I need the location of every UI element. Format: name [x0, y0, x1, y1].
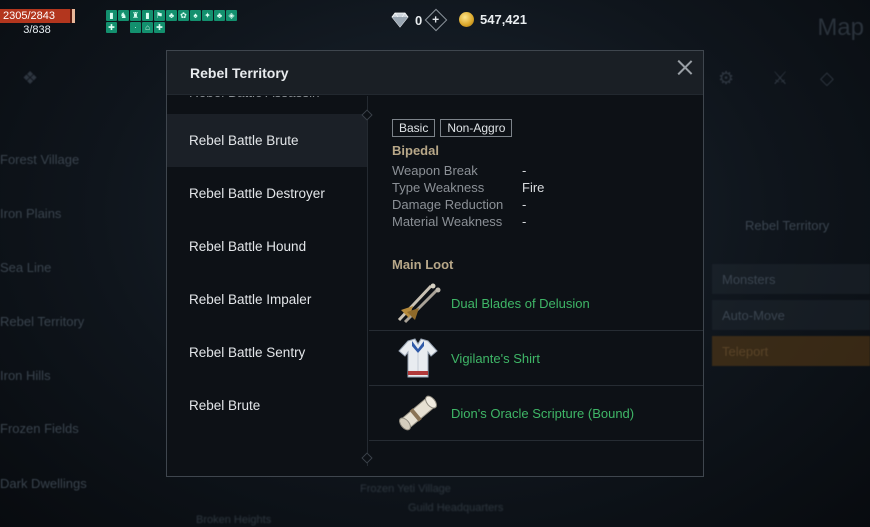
gem-currency: 0 +: [391, 8, 448, 32]
buff-icon: ♜: [130, 10, 141, 21]
gold-coin-icon: [459, 12, 474, 27]
add-gems-button[interactable]: +: [424, 8, 448, 32]
modal-title: Rebel Territory: [190, 65, 289, 81]
stat-row: Material Weakness -: [392, 214, 544, 231]
stat-value: -: [522, 214, 527, 229]
bg-region-item: Iron Plains: [0, 206, 62, 221]
bg-map-label: Broken Heights: [196, 514, 272, 526]
stat-row: Weapon Break -: [392, 163, 544, 180]
monster-list[interactable]: Rebel Battle Assassin Rebel Battle Brute…: [167, 96, 368, 466]
stat-value: Fire: [522, 180, 545, 195]
bg-region-item: Iron Hills: [0, 368, 51, 383]
buff-icon: ✚: [106, 22, 117, 33]
buff-icon: ✿: [178, 10, 189, 21]
bookmark-icon: ❖: [22, 68, 39, 88]
gem-count: 0: [415, 12, 423, 28]
settings-icon: ⚙: [718, 68, 735, 88]
stat-label: Damage Reduction: [392, 197, 504, 212]
hp-bar: 2305/2843: [0, 9, 72, 23]
buff-icon: ◈: [226, 10, 237, 21]
buff-icon: ⌂: [142, 22, 153, 33]
bg-right-panel-title: Rebel Territory: [745, 218, 830, 233]
loot-list: Dual Blades of Delusion Vigilante's Shir…: [369, 276, 703, 441]
monster-category: Bipedal: [392, 143, 439, 158]
stat-row: Damage Reduction -: [392, 197, 544, 214]
loot-item-name: Vigilante's Shirt: [451, 350, 540, 366]
bg-right-row-label: Teleport: [722, 344, 769, 359]
bg-region-item: Rebel Territory: [0, 314, 85, 329]
monster-stats: Weapon Break - Type Weakness Fire Damage…: [392, 163, 544, 231]
buff-icon: ⚑: [154, 10, 165, 21]
monster-list-item[interactable]: Rebel Battle Destroyer: [167, 167, 367, 220]
buff-icon: ✚: [154, 22, 165, 33]
bg-map-label: Frozen Yeti Village: [360, 483, 451, 495]
stat-label: Material Weakness: [392, 214, 503, 229]
buff-icon: ♠: [190, 10, 201, 21]
bg-region-item: Sea Line: [0, 260, 52, 275]
buff-icon: ♣: [214, 10, 225, 21]
loot-item-name: Dion's Oracle Scripture (Bound): [451, 405, 635, 421]
stat-value: -: [522, 197, 527, 212]
bg-region-item: Dark Dwellings: [0, 476, 87, 491]
bg-map-label: Guild Headquarters: [408, 502, 504, 514]
monster-list-item[interactable]: Rebel Battle Impaler: [167, 273, 367, 326]
bg-right-row-label: Auto-Move: [722, 308, 785, 323]
monster-list-item-selected[interactable]: Rebel Battle Brute: [167, 114, 367, 167]
tag-aggression: Non-Aggro: [440, 119, 513, 137]
diamond-icon: ◇: [820, 68, 834, 88]
buff-icon: ▮: [142, 10, 153, 21]
map-title: Map: [817, 14, 864, 41]
close-icon[interactable]: [675, 57, 695, 77]
monster-list-item[interactable]: Rebel Brute: [167, 379, 367, 432]
stat-row: Type Weakness Fire: [392, 180, 544, 197]
bg-region-item: Forest Village: [0, 152, 80, 167]
buff-bar: ▮ ♞ ♜ ▮ ⚑ ♣ ✿ ♠ ✦ ♣ ◈ ✚ · ⌂ ✚: [106, 10, 248, 33]
sword-icon: ⚔: [772, 68, 789, 88]
scroll-icon: [393, 390, 443, 436]
plus-icon: +: [432, 12, 440, 27]
buff-spacer: [118, 22, 129, 33]
stat-value: -: [522, 163, 527, 178]
monster-list-item[interactable]: Rebel Battle Hound: [167, 220, 367, 273]
loot-item[interactable]: Dion's Oracle Scripture (Bound): [369, 386, 703, 441]
buff-icon: ✦: [202, 10, 213, 21]
dual-blades-icon: [393, 280, 443, 326]
loot-item[interactable]: Vigilante's Shirt: [369, 331, 703, 386]
buff-icon: ·: [130, 22, 141, 33]
gold-currency: 547,421: [459, 12, 527, 27]
loot-item-name: Dual Blades of Delusion: [451, 295, 590, 311]
modal-header: Rebel Territory: [167, 51, 703, 95]
monster-detail-panel: Basic Non-Aggro Bipedal Weapon Break - T…: [369, 96, 703, 476]
buff-icon: ▮: [106, 10, 117, 21]
mp-value: 3/838: [23, 24, 51, 36]
gem-icon: [391, 12, 409, 28]
monster-tags: Basic Non-Aggro: [392, 119, 513, 137]
monster-list-item[interactable]: Rebel Battle Sentry: [167, 326, 367, 379]
hp-bar-tail: [72, 9, 75, 23]
buff-icon: ♣: [166, 10, 177, 21]
bg-region-item: Frozen Fields: [0, 421, 79, 436]
bg-right-row-label: Monsters: [722, 272, 776, 287]
tag-basic: Basic: [392, 119, 436, 137]
monster-list-item[interactable]: Rebel Battle Assassin: [167, 96, 367, 114]
buff-icon: ♞: [118, 10, 129, 21]
region-monster-modal: Rebel Territory Rebel Battle Assassin Re…: [166, 50, 704, 477]
shirt-icon: [393, 335, 443, 381]
stat-label: Type Weakness: [392, 180, 485, 195]
gold-count: 547,421: [480, 12, 527, 27]
stat-label: Weapon Break: [392, 163, 478, 178]
loot-section-title: Main Loot: [392, 257, 454, 272]
loot-item[interactable]: Dual Blades of Delusion: [369, 276, 703, 331]
